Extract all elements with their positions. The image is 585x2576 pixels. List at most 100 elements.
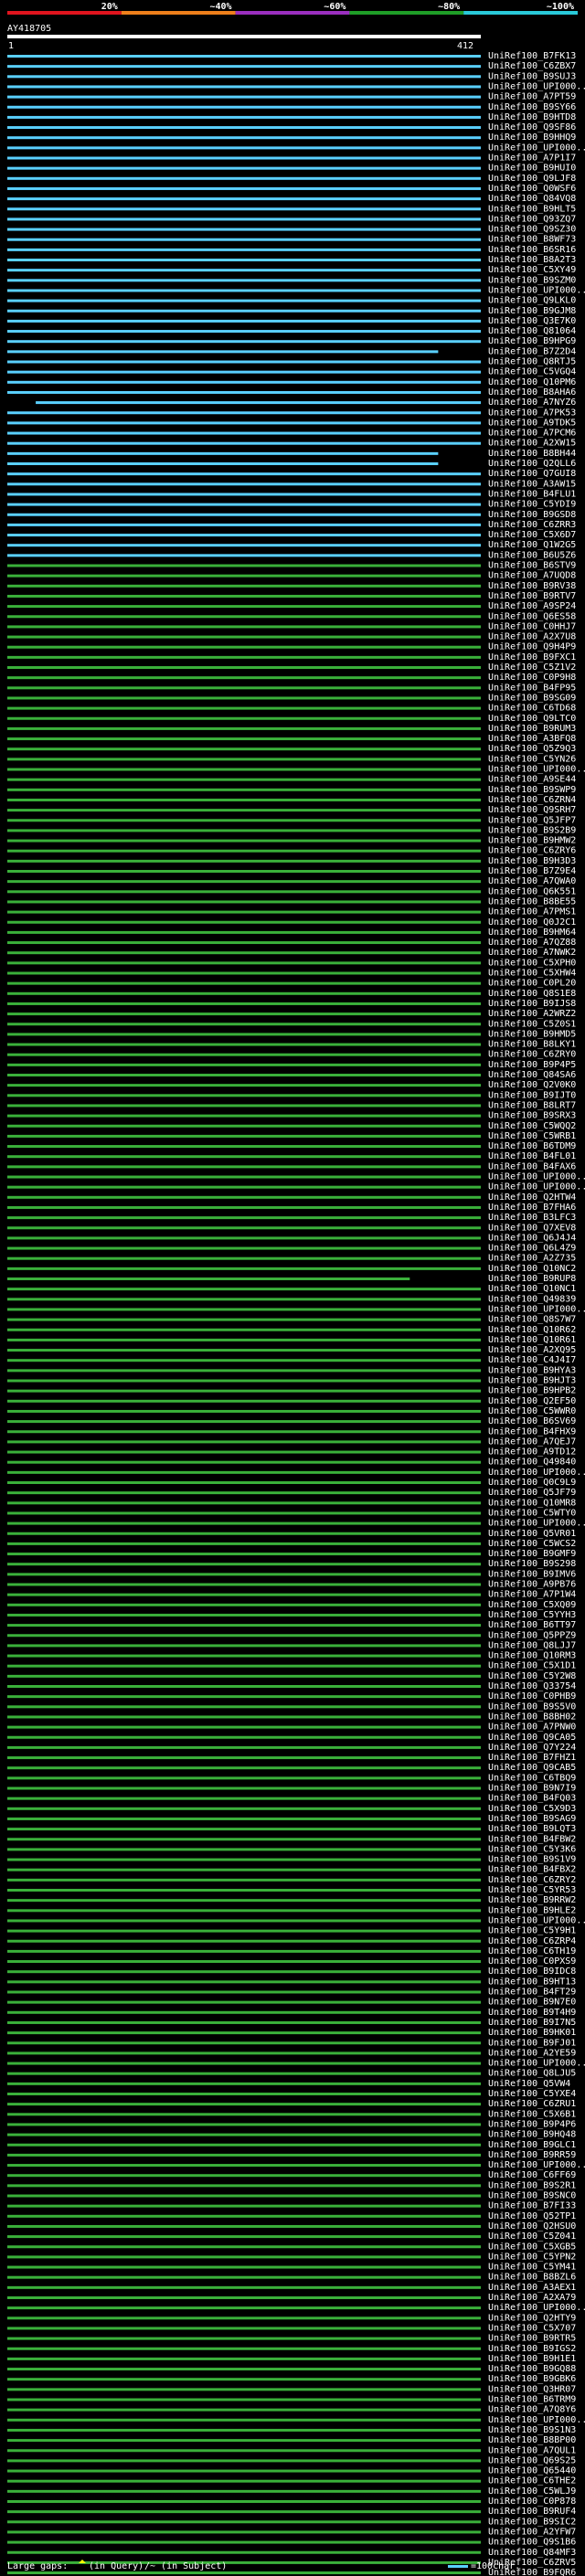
hit-label[interactable]: UniRef100_Q10NC1 — [488, 1284, 576, 1294]
hit-row[interactable]: UniRef100_B3LFC3 — [7, 1213, 576, 1223]
hit-row[interactable]: UniRef100_B9LQT3 — [7, 1824, 576, 1834]
hit-label[interactable]: UniRef100_B4FHX9 — [488, 1426, 576, 1436]
hit-row[interactable]: UniRef100_Q9LTC0 — [7, 714, 576, 724]
hit-bar[interactable] — [7, 1349, 481, 1352]
hit-label[interactable]: UniRef100_C5XPH0 — [488, 958, 576, 968]
hit-bar[interactable] — [7, 1216, 481, 1220]
hit-label[interactable]: UniRef100_UPI000... — [488, 1519, 585, 1529]
hit-label[interactable]: UniRef100_B9S2B9 — [488, 825, 576, 835]
hit-bar[interactable] — [7, 115, 481, 119]
hit-bar[interactable] — [7, 2337, 481, 2340]
hit-row[interactable]: UniRef100_B6TRM9 — [7, 2395, 576, 2405]
hit-row[interactable]: UniRef100_A7NYZ6 — [36, 398, 576, 408]
hit-label[interactable]: UniRef100_B9HYA3 — [488, 1365, 576, 1375]
hit-row[interactable]: UniRef100_B6SV69 — [7, 1416, 576, 1426]
hit-row[interactable]: UniRef100_C5Y3K6 — [7, 1844, 576, 1854]
hit-bar[interactable] — [7, 2164, 481, 2168]
hit-bar[interactable] — [7, 2327, 481, 2330]
hit-label[interactable]: UniRef100_A7PNW0 — [488, 1723, 576, 1733]
hit-bar[interactable] — [7, 2550, 481, 2554]
hit-row[interactable]: UniRef100_Q84SA6 — [7, 1070, 576, 1080]
hit-bar[interactable] — [7, 1460, 481, 1464]
hit-row[interactable]: UniRef100_Q3E7K0 — [7, 316, 576, 326]
hit-label[interactable]: UniRef100_C5XHW4 — [488, 969, 576, 979]
hit-bar[interactable] — [7, 2560, 481, 2564]
hit-bar[interactable] — [7, 1909, 481, 1913]
hit-row[interactable]: UniRef100_B9RV38 — [7, 581, 576, 591]
hit-row[interactable]: UniRef100_B9S2R1 — [7, 2180, 576, 2190]
hit-bar[interactable] — [7, 1470, 481, 1474]
hit-row[interactable]: UniRef100_Q8S7W7 — [7, 1315, 576, 1325]
hit-row[interactable]: UniRef100_Q5JF79 — [7, 1488, 576, 1498]
hit-label[interactable]: UniRef100_C0PL20 — [488, 979, 576, 989]
hit-bar[interactable] — [7, 1043, 481, 1046]
hit-bar[interactable] — [7, 941, 481, 945]
hit-label[interactable]: UniRef100_Q7GUI8 — [488, 469, 576, 479]
hit-label[interactable]: UniRef100_Q9H4P9 — [488, 642, 576, 652]
hit-label[interactable]: UniRef100_B9RTV7 — [488, 591, 576, 601]
hit-label[interactable]: UniRef100_B7FK13 — [488, 51, 576, 61]
hit-row[interactable]: UniRef100_B9RUP8 — [7, 1274, 576, 1284]
hit-row[interactable]: UniRef100_Q5PPZ9 — [7, 1630, 576, 1640]
hit-label[interactable]: UniRef100_B9RTR5 — [488, 2334, 576, 2344]
hit-bar[interactable] — [7, 217, 481, 221]
hit-row[interactable]: UniRef100_UPI000... — [7, 285, 585, 295]
hit-label[interactable]: UniRef100_UPI000... — [488, 1468, 585, 1478]
hit-bar[interactable] — [7, 1124, 481, 1128]
hit-label[interactable]: UniRef100_A9SP24 — [488, 601, 576, 611]
hit-label[interactable]: UniRef100_C0PXS9 — [488, 1956, 576, 1966]
hit-row[interactable]: UniRef100_B9IJT0 — [7, 1090, 576, 1100]
hit-row[interactable]: UniRef100_B4FQ03 — [7, 1794, 576, 1804]
hit-bar[interactable] — [7, 2153, 481, 2157]
hit-bar[interactable] — [7, 1145, 481, 1149]
hit-row[interactable]: UniRef100_C5YM41 — [7, 2263, 576, 2273]
hit-bar[interactable] — [7, 2194, 481, 2198]
hit-bar[interactable] — [7, 2378, 481, 2381]
hit-label[interactable]: UniRef100_Q7XEV8 — [488, 1223, 576, 1233]
hit-bar[interactable] — [7, 523, 481, 526]
hit-row[interactable]: UniRef100_Q10R61 — [7, 1335, 576, 1345]
hit-bar[interactable] — [7, 431, 481, 435]
hit-bar[interactable] — [7, 259, 481, 261]
hit-label[interactable]: UniRef100_UPI000... — [488, 2303, 585, 2313]
hit-bar[interactable] — [7, 1542, 481, 1545]
hit-bar[interactable] — [7, 421, 481, 425]
hit-bar[interactable] — [7, 809, 481, 812]
hit-row[interactable]: UniRef100_Q7Y224 — [7, 1743, 576, 1753]
hit-row[interactable]: UniRef100_C0P878 — [7, 2496, 576, 2507]
hit-label[interactable]: UniRef100_C6ZRR3 — [488, 520, 576, 530]
hit-bar[interactable] — [7, 2010, 481, 2014]
hit-label[interactable]: UniRef100_Q0C9L9 — [488, 1478, 576, 1488]
hit-label[interactable]: UniRef100_B6SR16 — [488, 245, 576, 255]
hit-row[interactable]: UniRef100_Q5Z9Q3 — [7, 744, 576, 754]
hit-row[interactable]: UniRef100_B9H3D3 — [7, 856, 576, 866]
hit-row[interactable]: UniRef100_A7PCM6 — [7, 429, 576, 439]
hit-label[interactable]: UniRef100_B9HPG9 — [488, 336, 576, 346]
hit-row[interactable]: UniRef100_B9HLE2 — [7, 1905, 576, 1915]
hit-label[interactable]: UniRef100_C6TBQ9 — [488, 1773, 576, 1783]
hit-label[interactable]: UniRef100_C5WWR0 — [488, 1406, 576, 1416]
hit-bar[interactable] — [7, 737, 481, 741]
hit-label[interactable]: UniRef100_Q9LTC0 — [488, 714, 576, 724]
hit-label[interactable]: UniRef100_A7UQD8 — [488, 571, 576, 581]
hit-label[interactable]: UniRef100_Q7Y224 — [488, 1743, 576, 1753]
hit-bar[interactable] — [7, 65, 481, 69]
hit-row[interactable]: UniRef100_C5YYH3 — [7, 1610, 576, 1620]
hit-bar[interactable] — [7, 930, 481, 934]
hit-label[interactable]: UniRef100_Q6K551 — [488, 886, 576, 896]
hit-label[interactable]: UniRef100_B8BP00 — [488, 2435, 576, 2445]
hit-bar[interactable] — [7, 1797, 481, 1800]
hit-row[interactable]: UniRef100_A3BFQ8 — [7, 734, 576, 744]
hit-label[interactable]: UniRef100_B9SUJ3 — [488, 71, 576, 81]
hit-row[interactable]: UniRef100_Q2HTY9 — [7, 2313, 576, 2323]
hit-row[interactable]: UniRef100_B8A2T3 — [7, 255, 576, 265]
hit-bar[interactable] — [7, 319, 481, 323]
hit-row[interactable]: UniRef100_B6SR16 — [7, 245, 576, 255]
hit-bar[interactable] — [7, 2296, 481, 2299]
hit-row[interactable]: UniRef100_B9RTV7 — [7, 591, 576, 601]
hit-label[interactable]: UniRef100_Q10R62 — [488, 1325, 576, 1335]
hit-bar[interactable] — [7, 2041, 481, 2045]
hit-row[interactable]: UniRef100_A9TDK5 — [7, 418, 576, 428]
hit-label[interactable]: UniRef100_B9IGS2 — [488, 2344, 576, 2354]
hit-bar[interactable] — [36, 401, 481, 405]
